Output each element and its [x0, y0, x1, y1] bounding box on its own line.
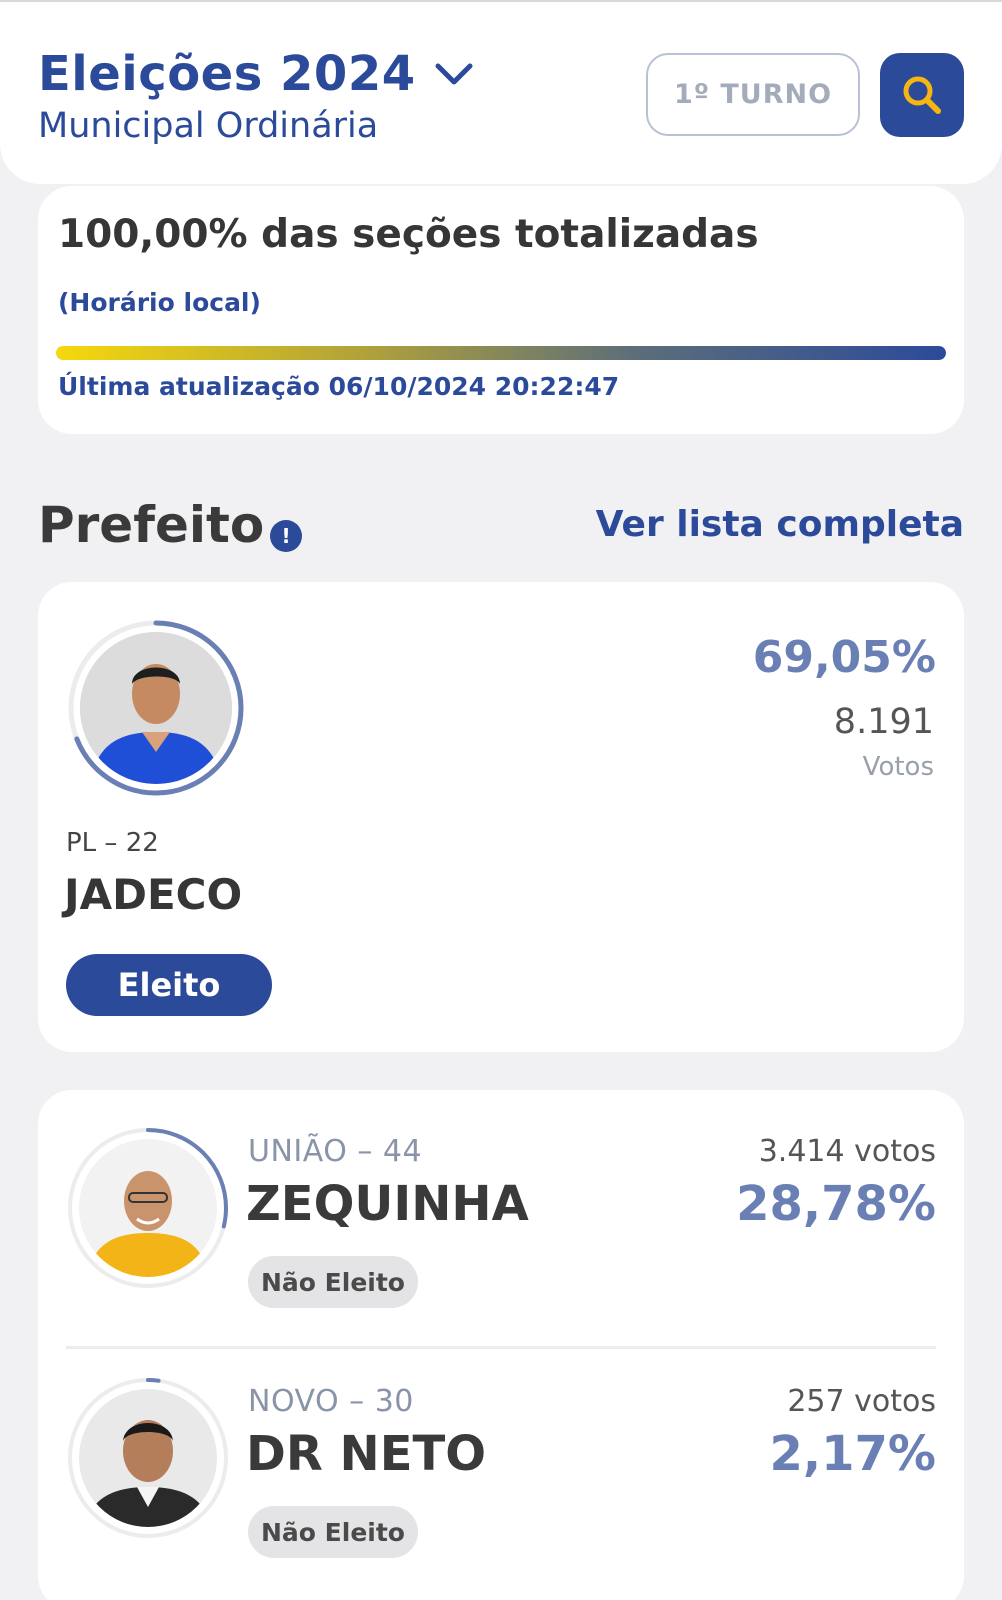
winner-party: PL – 22: [66, 828, 159, 858]
see-full-list-link[interactable]: Ver lista completa: [596, 504, 964, 545]
candidate-party: UNIÃO – 44: [248, 1134, 423, 1169]
totalization-progress-fill: [56, 346, 946, 360]
candidate-votes: 257 votos: [787, 1384, 936, 1419]
candidate-name: ZEQUINHA: [246, 1176, 529, 1232]
election-selector[interactable]: Eleições 2024: [38, 46, 474, 102]
election-subtitle: Municipal Ordinária: [38, 106, 379, 146]
app-page: Eleições 2024 Municipal Ordinária 1º TUR…: [0, 0, 1002, 1600]
avatar: [79, 1389, 217, 1527]
section-title: Prefeito: [38, 496, 265, 554]
candidate-name: DR NETO: [246, 1426, 487, 1482]
last-update-text: Última atualização 06/10/2024 20:22:47: [58, 372, 620, 401]
search-icon: [903, 76, 941, 114]
totalization-status-card: 100,00% das seções totalizadas (Horário …: [38, 186, 964, 434]
local-time-note: (Horário local): [58, 288, 261, 317]
candidate-row[interactable]: NOVO – 30 DR NETO Não Eleito 257 votos 2…: [38, 1340, 964, 1570]
winner-candidate-card[interactable]: 69,05% 8.191 Votos PL – 22 JADECO Eleito: [38, 582, 964, 1052]
status-badge: Não Eleito: [248, 1256, 418, 1308]
winner-votes-label: Votos: [862, 752, 934, 782]
candidate-percent: 2,17%: [769, 1426, 936, 1482]
candidate-votes: 3.414 votos: [758, 1134, 936, 1169]
avatar: [79, 1139, 217, 1277]
winner-votes: 8.191: [833, 702, 934, 742]
chevron-down-icon[interactable]: [434, 60, 474, 88]
info-icon[interactable]: !: [270, 520, 302, 552]
winner-name: JADECO: [64, 870, 243, 919]
avatar: [80, 632, 232, 784]
status-badge: Eleito: [66, 954, 272, 1016]
totalization-progress-bar: [56, 346, 946, 360]
status-badge: Não Eleito: [248, 1506, 418, 1558]
header: Eleições 2024 Municipal Ordinária 1º TUR…: [0, 0, 1002, 184]
candidate-party: NOVO – 30: [248, 1384, 414, 1419]
candidate-percent: 28,78%: [736, 1176, 936, 1232]
search-button[interactable]: [880, 53, 964, 137]
turno-button[interactable]: 1º TURNO: [646, 53, 860, 136]
candidate-avatar-ring: [66, 1376, 230, 1540]
candidate-row[interactable]: UNIÃO – 44 ZEQUINHA Não Eleito 3.414 vot…: [38, 1090, 964, 1320]
winner-avatar-ring: [66, 618, 246, 798]
candidate-avatar-ring: [66, 1126, 230, 1290]
winner-percent: 69,05%: [752, 632, 936, 683]
other-candidates-card: UNIÃO – 44 ZEQUINHA Não Eleito 3.414 vot…: [38, 1090, 964, 1600]
totalization-headline: 100,00% das seções totalizadas: [58, 212, 759, 257]
election-title[interactable]: Eleições 2024: [38, 46, 416, 102]
